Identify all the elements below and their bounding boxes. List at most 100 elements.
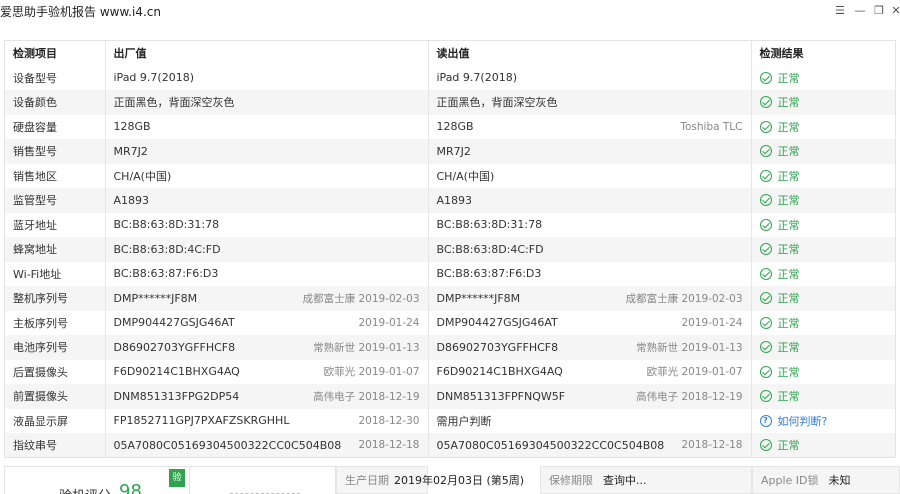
row-factory-cell: DMP904427GSJG46AT 2019-01-24 <box>105 310 429 335</box>
row-read-value: CH/A(中国) <box>436 169 495 183</box>
row-factory-sub: 欧菲光 2019-01-07 <box>323 366 420 379</box>
row-item-label: 蜂窝地址 <box>5 237 106 262</box>
minimize-icon[interactable]: — <box>850 2 870 20</box>
appleid-cell: Apple ID锁 未知 <box>752 466 900 494</box>
appleid-value: 未知 <box>828 474 851 487</box>
row-factory-cell: A1893 <box>105 188 429 213</box>
row-factory-cell: DMP******JF8M 成都富士康 2019-02-03 <box>105 286 429 311</box>
table-row: 监管型号 A1893 A1893 正常 <box>5 188 895 213</box>
row-factory-cell: BC:B8:63:8D:4C:FD <box>105 237 429 262</box>
row-result-cell: 正常 <box>751 114 895 139</box>
row-factory-value: 128GB <box>113 120 151 134</box>
row-factory-sub: 成都富士康 2019-02-03 <box>302 292 420 305</box>
row-item-label: 监管型号 <box>5 188 106 213</box>
row-read-value: 128GB <box>436 120 474 134</box>
row-read-value: DMP******JF8M <box>436 291 521 305</box>
check-circle-icon <box>759 218 772 231</box>
row-read-cell: DNM851313FPFNQW5F 高伟电子 2018-12-19 <box>428 384 752 409</box>
row-read-cell: BC:B8:63:8D:4C:FD <box>428 237 752 262</box>
row-result-text: 正常 <box>777 120 800 134</box>
row-factory-value: DNM851313FPG2DP54 <box>113 389 240 403</box>
row-read-value: MR7J2 <box>436 144 471 158</box>
row-factory-cell: D86902703YGFFHCF8 常熟新世 2019-01-13 <box>105 335 429 360</box>
row-result-cell: 正常 <box>751 212 895 237</box>
row-result-cell: 正常 <box>751 359 895 384</box>
row-factory-value: BC:B8:63:87:F6:D3 <box>113 267 219 281</box>
row-result-cell[interactable]: ? 如何判断? <box>751 408 895 433</box>
production-date-value-cell: 2019年02月03日 (第5周) <box>386 466 548 494</box>
row-read-sub: 成都富士康 2019-02-03 <box>625 292 743 305</box>
check-circle-icon <box>759 194 772 207</box>
title-bar: 爱思助手验机报告 www.i4.cn ☰ — ❐ ✕ <box>0 0 900 24</box>
row-item-label: 蓝牙地址 <box>5 212 106 237</box>
row-factory-cell: DNM851313FPG2DP54 高伟电子 2018-12-19 <box>105 384 429 409</box>
production-date-label: 生产日期 <box>345 474 389 487</box>
row-result-cell: 正常 <box>751 384 895 409</box>
row-read-value: BC:B8:63:8D:4C:FD <box>436 242 544 256</box>
row-factory-value: F6D90214C1BHXG4AQ <box>113 365 240 379</box>
row-factory-value: DMP904427GSJG46AT <box>113 316 235 330</box>
table-row: 销售地区 CH/A(中国) CH/A(中国) 正常 <box>5 163 895 188</box>
header-read: 读出值 <box>428 41 752 66</box>
row-factory-value: BC:B8:63:8D:31:78 <box>113 218 220 232</box>
summary-bar: 验机评分 98 验 生产日期 2019年02月03日 (第5周) 保修期限 查询… <box>0 462 900 494</box>
table-row: 后置摄像头 F6D90214C1BHXG4AQ 欧菲光 2019-01-07 F6D9… <box>5 359 895 384</box>
production-date-value: 2019年02月03日 (第5周) <box>394 474 525 487</box>
row-read-cell: 需用户判断 <box>428 408 752 433</box>
check-circle-icon <box>759 390 772 403</box>
row-item-label: 硬盘容量 <box>5 114 106 139</box>
row-result-text: 正常 <box>777 169 800 183</box>
row-read-cell: 05A7080C05169304500322CC0C504B08 2018-12-… <box>428 433 752 457</box>
row-read-value: D86902703YGFFHCF8 <box>436 340 559 354</box>
row-factory-cell: BC:B8:63:87:F6:D3 <box>105 261 429 286</box>
table-row: 蜂窝地址 BC:B8:63:8D:4C:FD BC:B8:63:8D:4C:FD 正常 <box>5 237 895 262</box>
row-read-cell: 正面黑色，背面深空灰色 <box>428 90 752 115</box>
row-read-sub: Toshiba TLC <box>680 120 743 133</box>
row-factory-value: 05A7080C05169304500322CC0C504B08 <box>113 438 342 452</box>
row-factory-sub: 2019-01-24 <box>358 316 420 329</box>
row-result-text: 正常 <box>777 194 800 208</box>
table-row: 前置摄像头 DNM851313FPG2DP54 高伟电子 2018-12-19 DNM… <box>5 384 895 409</box>
table-row: 电池序列号 D86902703YGFFHCF8 常熟新世 2019-01-13 D86… <box>5 335 895 360</box>
table-row: 整机序列号 DMP******JF8M 成都富士康 2019-02-03 DMP***… <box>5 286 895 311</box>
row-result-text[interactable]: 如何判断? <box>778 413 828 429</box>
row-result-text: 正常 <box>777 145 800 159</box>
row-item-label: 前置摄像头 <box>5 384 106 409</box>
row-item-label: 液晶显示屏 <box>5 408 106 433</box>
menu-icon[interactable]: ☰ <box>830 2 850 20</box>
table-row: 主板序列号 DMP904427GSJG46AT 2019-01-24 DMP90442… <box>5 310 895 335</box>
row-read-sub: 常熟新世 2019-01-13 <box>636 341 743 354</box>
check-circle-icon <box>759 267 772 280</box>
check-circle-icon <box>759 365 772 378</box>
row-result-cell: 正常 <box>751 188 895 213</box>
score-box: 验机评分 98 验 <box>4 466 190 494</box>
row-item-label: 电池序列号 <box>5 335 106 360</box>
close-icon[interactable]: ✕ <box>886 2 900 20</box>
warranty-value[interactable]: 查询中... <box>603 472 647 488</box>
table-row: 设备型号 iPad 9.7(2018) iPad 9.7(2018) 正常 <box>5 65 895 90</box>
table-row: 蓝牙地址 BC:B8:63:8D:31:78 BC:B8:63:8D:31:78 正常 <box>5 212 895 237</box>
row-read-sub: 2018-12-18 <box>681 439 743 452</box>
row-item-label: 销售地区 <box>5 163 106 188</box>
row-read-value: A1893 <box>436 193 473 207</box>
row-factory-cell: FP1852711GPJ7PXAFZSKRGHHL 2018-12-30 <box>105 408 429 433</box>
table-row: 液晶显示屏 FP1852711GPJ7PXAFZSKRGHHL 2018-12-30… <box>5 408 895 433</box>
row-read-cell: F6D90214C1BHXG4AQ 欧菲光 2019-01-07 <box>428 359 752 384</box>
row-read-value: DNM851313FPFNQW5F <box>436 389 566 403</box>
row-result-text: 正常 <box>777 341 800 355</box>
score-label: 验机评分 <box>59 485 111 494</box>
row-read-value: 需用户判断 <box>436 414 492 428</box>
row-factory-sub: 2018-12-30 <box>358 414 420 427</box>
row-item-label: Wi-Fi地址 <box>5 261 106 286</box>
row-read-cell: A1893 <box>428 188 752 213</box>
check-circle-icon <box>759 120 772 133</box>
row-result-cell: 正常 <box>751 335 895 360</box>
row-item-label: 后置摄像头 <box>5 359 106 384</box>
table-row: 销售型号 MR7J2 MR7J2 正常 <box>5 139 895 164</box>
row-item-label: 主板序列号 <box>5 310 106 335</box>
row-read-sub: 2019-01-24 <box>681 316 743 329</box>
row-read-value: iPad 9.7(2018) <box>436 71 518 85</box>
row-read-cell: 128GB Toshiba TLC <box>428 114 752 139</box>
score-value: 98 <box>119 481 142 494</box>
row-result-cell: 正常 <box>751 65 895 90</box>
